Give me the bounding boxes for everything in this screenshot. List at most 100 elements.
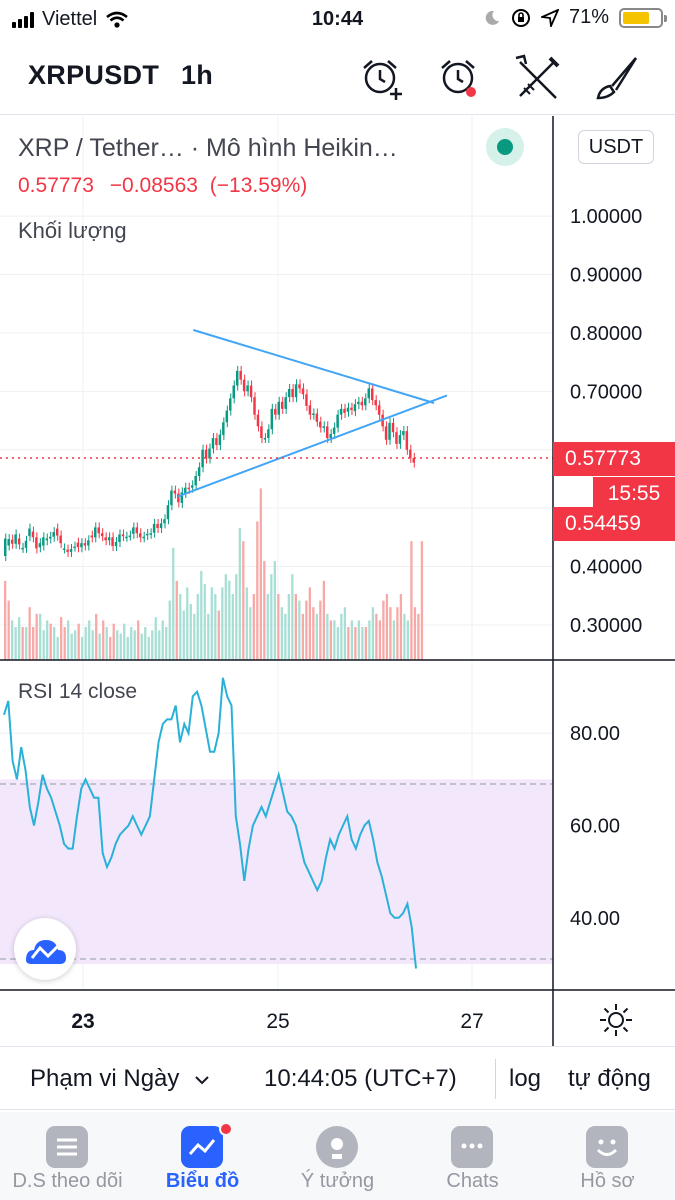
candle (336, 414, 339, 428)
volume-bar (382, 600, 385, 660)
volume-bar (21, 627, 24, 660)
chart-canvas[interactable]: 1.00000 0.90000 0.80000 0.70000 0.40000 0.300… (0, 116, 675, 1046)
tab-ideas[interactable]: Ý tưởng (270, 1112, 405, 1200)
profile-icon[interactable] (586, 1126, 628, 1168)
candle (97, 527, 100, 534)
candle (152, 523, 156, 533)
candle (312, 413, 315, 416)
rsi-legend[interactable]: RSI 14 close (18, 680, 137, 704)
volume-bar (154, 617, 157, 660)
moon-icon (485, 10, 499, 25)
candle (370, 388, 374, 401)
chats-icon[interactable] (451, 1126, 493, 1168)
volume-bar (35, 613, 38, 660)
candle (194, 476, 197, 486)
volume-bar (361, 627, 364, 660)
candle (346, 407, 350, 412)
volume-bar (375, 613, 378, 660)
candle (10, 539, 14, 544)
currency-button[interactable]: USDT (578, 130, 654, 164)
chart-icon[interactable] (181, 1126, 223, 1168)
tab-watchlist[interactable]: D.S theo dõi (0, 1112, 135, 1200)
tools-icon[interactable] (512, 52, 564, 104)
volume-bar (256, 521, 259, 660)
time-tick-label: 25 (266, 1010, 289, 1033)
log-scale-button[interactable]: log (509, 1065, 541, 1093)
tab-label: Chats (446, 1170, 499, 1192)
candle (87, 540, 90, 546)
date-range-selector[interactable]: Phạm vi Ngày (30, 1065, 210, 1093)
candle (42, 537, 45, 546)
volume-legend[interactable]: Khối lượng (18, 218, 127, 244)
volume-bar (175, 580, 178, 660)
volume-bar (196, 594, 199, 660)
volume-bar (130, 627, 133, 660)
volume-bars (4, 488, 424, 660)
chart-area[interactable]: 1.00000 0.90000 0.80000 0.70000 0.40000 0.300… (0, 116, 675, 1046)
notification-badge (219, 1122, 233, 1136)
volume-bar (224, 574, 227, 660)
volume-bar (200, 570, 203, 660)
auto-scale-button[interactable]: tự động (568, 1065, 651, 1093)
brush-icon[interactable] (590, 52, 642, 104)
ideas-icon[interactable] (316, 1126, 358, 1168)
candle (17, 538, 21, 545)
volume-bar (133, 630, 136, 660)
tab-profile[interactable]: Hồ sơ (540, 1112, 675, 1200)
candle (90, 535, 94, 538)
candle (211, 438, 215, 449)
volume-bar (396, 607, 399, 660)
volume-bar (53, 627, 56, 660)
volume-bar (301, 613, 305, 660)
candle (364, 398, 367, 406)
candle (135, 527, 139, 534)
volume-bar (158, 630, 161, 660)
tradingview-logo-icon[interactable] (14, 918, 76, 980)
tab-chats[interactable]: Chats (405, 1112, 540, 1200)
volume-bar (32, 627, 35, 660)
interval-label[interactable]: 1h (181, 60, 213, 90)
volume-bar (116, 630, 119, 660)
candle (177, 493, 180, 503)
triangle-drawing[interactable] (177, 329, 448, 498)
candle (384, 426, 388, 440)
rotation-lock-icon (511, 8, 530, 27)
candle (187, 487, 190, 490)
candle (149, 533, 152, 535)
symbol-title[interactable]: XRPUSDT 1h (28, 60, 213, 91)
volume-bar (137, 620, 140, 660)
volume-bar (60, 617, 63, 660)
candle (170, 490, 173, 506)
volume-bar (238, 528, 241, 660)
volume-bar (340, 613, 343, 660)
settings-gear-icon[interactable] (598, 1002, 634, 1038)
volume-bar (298, 600, 301, 660)
volume-bar (46, 620, 49, 660)
candle (367, 388, 370, 399)
watchlist-icon[interactable] (46, 1126, 88, 1168)
candle (357, 401, 360, 405)
legend-title[interactable]: XRP / Tether… · Mô hình Heikin… (18, 134, 398, 163)
volume-bar (151, 630, 154, 660)
timezone-button[interactable]: 10:44:05 (UTC+7) (264, 1065, 457, 1093)
candle (301, 388, 305, 395)
volume-bar (417, 613, 420, 660)
candle (267, 429, 270, 439)
alarm-add-icon[interactable] (356, 52, 408, 104)
volume-bar (242, 541, 245, 660)
volume-bar (291, 574, 294, 660)
volume-bar (105, 627, 108, 660)
market-status-icon[interactable] (486, 128, 524, 166)
tab-chart[interactable]: Biểu đồ (135, 1112, 270, 1200)
volume-bar (263, 561, 266, 660)
volume-bar (371, 607, 375, 660)
symbol-name[interactable]: XRPUSDT (28, 60, 159, 90)
volume-bar (245, 587, 248, 660)
volume-bar (74, 630, 77, 660)
chevron-down-icon[interactable] (194, 1074, 210, 1086)
date-range-label[interactable]: Phạm vi Ngày (30, 1065, 179, 1092)
alarm-icon[interactable] (432, 52, 484, 104)
volume-bar (368, 620, 371, 660)
candle (360, 401, 364, 406)
candle (294, 384, 298, 398)
